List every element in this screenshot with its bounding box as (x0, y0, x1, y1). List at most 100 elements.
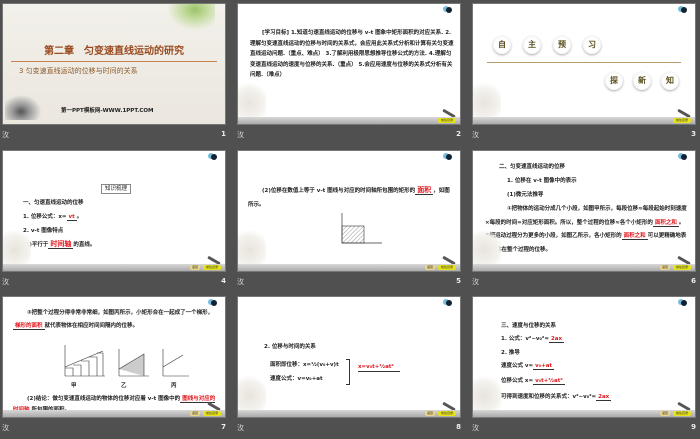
slide-thumbnail-2[interactable]: [学习目标] 1.知道匀速直线运动的位移与 v-t 图象中矩形面积的对应关系. … (235, 0, 463, 146)
slide-thumbnail-6[interactable]: 二、匀变速直线运动的位移 1. 位移在 v-t 图像中的表示 (1)微元法推导 … (470, 147, 698, 293)
title-char: 知 (661, 72, 679, 90)
slide-1[interactable]: 第二章 匀变速直线运动的研究 3 匀变速直线运动的位移与时间的关系 第一PPT模… (2, 3, 226, 125)
slide-footer-bar: 返回 前往目录 (238, 410, 460, 417)
divider (487, 62, 681, 63)
index-button[interactable]: 前往目录 (673, 118, 691, 123)
text-line: 速度公式：v=v₀+at (270, 376, 323, 382)
slide-thumbnail-5[interactable]: (2)位移在数值上等于 v-t 图线与对应的时间轴所包围的矩形的 面积 ，如图所示。… (235, 147, 463, 293)
text-line: 可得到速度和位移的关系式：v²−v₀²= 2ax (501, 394, 612, 401)
audio-icon (446, 300, 452, 306)
slide-footer-bar: 返回 前往目录 (473, 264, 695, 271)
brace (346, 359, 350, 385)
slide-thumbnail-7[interactable]: ③把整个过程分得非常非常细，如图丙所示，小矩形合在一起成了一个梯形，梯形的面积就… (0, 293, 228, 439)
slide-number: 2 (456, 130, 461, 138)
answer-blank: 面积之和 (621, 233, 648, 240)
slide-footer-bar: 返回 前往目录 (238, 264, 460, 271)
section-subtitle: 3 匀变速直线运动的位移与时间的关系 (19, 67, 138, 75)
slide-number: 1 (221, 130, 226, 138)
answer-blank: 2ax (548, 336, 565, 343)
back-button[interactable]: 返回 (425, 411, 435, 416)
text-line: 三、速度与位移的关系 (501, 323, 557, 329)
title-char: 探 (605, 72, 623, 90)
slide-thumbnail-3[interactable]: 自 主 预 习 探 新 知 前往目录 㳊 3 (470, 0, 698, 146)
slide-icon: 㳊 (237, 424, 244, 432)
title-char: 主 (523, 36, 541, 54)
index-button[interactable]: 前往目录 (673, 411, 691, 416)
slide-footer-bar: 前往目录 (238, 117, 460, 124)
answer-blank: 面积 (415, 186, 434, 195)
slide-4[interactable]: 知识梳理 一、匀速直线运动的位移 1. 位移公式：x= vt。 2. v-t 图像… (2, 150, 226, 272)
slide-thumbnail-1[interactable]: 第二章 匀变速直线运动的研究 3 匀变速直线运动的位移与时间的关系 第一PPT模… (0, 0, 228, 146)
title-char: 新 (633, 72, 651, 90)
slide-thumbnail-8[interactable]: 2. 位移与时间的关系 面积即位移：x=½(v₀+v)t 速度公式：v=v₀+a… (235, 293, 463, 439)
slide-footer-bar: 返回 前往目录 (473, 410, 695, 417)
slide-icon: 㳊 (2, 424, 9, 432)
index-button[interactable]: 前往目录 (673, 265, 691, 270)
section-heading: 知识梳理 (101, 184, 132, 194)
graph-label: 甲 (71, 383, 77, 389)
slide-footer-bar: 前往目录 (473, 117, 695, 124)
slide-8[interactable]: 2. 位移与时间的关系 面积即位移：x=½(v₀+v)t 速度公式：v=v₀+a… (237, 296, 461, 418)
slide-3[interactable]: 自 主 预 习 探 新 知 前往目录 (472, 3, 696, 125)
back-button[interactable]: 返回 (190, 411, 200, 416)
slide-6[interactable]: 二、匀变速直线运动的位移 1. 位移在 v-t 图像中的表示 (1)微元法推导 … (472, 150, 696, 272)
back-button[interactable]: 返回 (190, 265, 200, 270)
index-button[interactable]: 前往目录 (438, 265, 456, 270)
slide-number: 7 (221, 423, 226, 431)
back-button[interactable]: 返回 (425, 265, 435, 270)
slide-number: 3 (691, 130, 696, 138)
text-line: 2. 位移与时间的关系 (264, 344, 316, 350)
slide-icon: 㳊 (237, 131, 244, 139)
answer-blank: 面积之和 (652, 219, 679, 227)
slide-2[interactable]: [学习目标] 1.知道匀速直线运动的位移与 v-t 图象中矩形面积的对应关系. … (237, 3, 461, 125)
text-line: 1. 公式：v²−v₀²= 2ax (501, 336, 565, 343)
back-button[interactable]: 返回 (660, 411, 670, 416)
audio-icon (681, 154, 687, 160)
audio-icon (681, 7, 687, 13)
title-char: 自 (493, 36, 511, 54)
text-paragraph: ③把整个过程分得非常非常细，如图丙所示，小矩形合在一起成了一个梯形，梯形的面积就… (13, 310, 214, 330)
slide-thumbnail-4[interactable]: 知识梳理 一、匀速直线运动的位移 1. 位移公式：x= vt。 2. v-t 图像… (0, 147, 228, 293)
text-paragraph: (2)位移在数值上等于 v-t 图线与对应的时间轴所包围的矩形的 面积 ，如图所示。 (248, 186, 450, 208)
answer-blank: v₀+at (533, 363, 555, 370)
flower-decoration (238, 226, 266, 266)
slide-icon: 㳊 (472, 424, 479, 432)
text-line: 位移公式 x= v₀t+½at² (501, 378, 565, 385)
vt-rectangle-diagram (341, 213, 382, 244)
audio-icon (211, 154, 217, 160)
ink-flower-decoration (5, 92, 45, 120)
slide-9[interactable]: 三、速度与位移的关系 1. 公式：v²−v₀²= 2ax 2. 推导 速度公式 v… (472, 296, 696, 418)
slide-number: 5 (456, 277, 461, 285)
text-line: (1)平行于 时间轴 的直线。 (23, 240, 96, 249)
index-button[interactable]: 前往目录 (203, 265, 221, 270)
text-line: 1. 位移在 v-t 图像中的表示 (507, 178, 577, 184)
text-paragraph: ①把物体的运动分成几个小段，如图甲所示，每段位移≈每段起始时刻速度×每段的时间=… (485, 206, 687, 253)
flower-decoration (3, 226, 31, 266)
answer-blank: 梯形的面积 (13, 323, 45, 330)
answer-blank: x=v₀t+½at² (358, 363, 400, 372)
index-button[interactable]: 前往目录 (438, 118, 456, 123)
slide-thumbnail-9[interactable]: 三、速度与位移的关系 1. 公式：v²−v₀²= 2ax 2. 推导 速度公式 v… (470, 293, 698, 439)
audio-icon (681, 300, 687, 306)
text-line: 速度公式 v= v₀+at (501, 363, 555, 370)
willow-decoration (165, 4, 215, 32)
text-line: 面积即位移：x=½(v₀+v)t (270, 362, 339, 368)
index-button[interactable]: 前往目录 (203, 411, 221, 416)
text-line: 1. 位移公式：x= vt。 (23, 214, 83, 221)
title-char: 预 (553, 36, 571, 54)
flower-decoration (238, 372, 266, 412)
back-button[interactable]: 返回 (660, 265, 670, 270)
answer-blank: 2ax (596, 394, 612, 401)
vt-graphs (64, 345, 189, 377)
index-button[interactable]: 前往目录 (438, 411, 456, 416)
slide-footer-bar: 返回 前往目录 (3, 264, 225, 271)
text-line: 一、匀速直线运动的位移 (23, 200, 84, 206)
slide-number: 4 (221, 277, 226, 285)
slide-number: 9 (691, 423, 696, 431)
audio-icon (446, 7, 452, 13)
slide-5[interactable]: (2)位移在数值上等于 v-t 图线与对应的时间轴所包围的矩形的 面积 ，如图所示。… (237, 150, 461, 272)
divider (11, 61, 217, 62)
slide-7[interactable]: ③把整个过程分得非常非常细，如图丙所示，小矩形合在一起成了一个梯形，梯形的面积就… (2, 296, 226, 418)
text-line: 二、匀变速直线运动的位移 (499, 164, 566, 170)
flower-decoration (473, 372, 501, 412)
